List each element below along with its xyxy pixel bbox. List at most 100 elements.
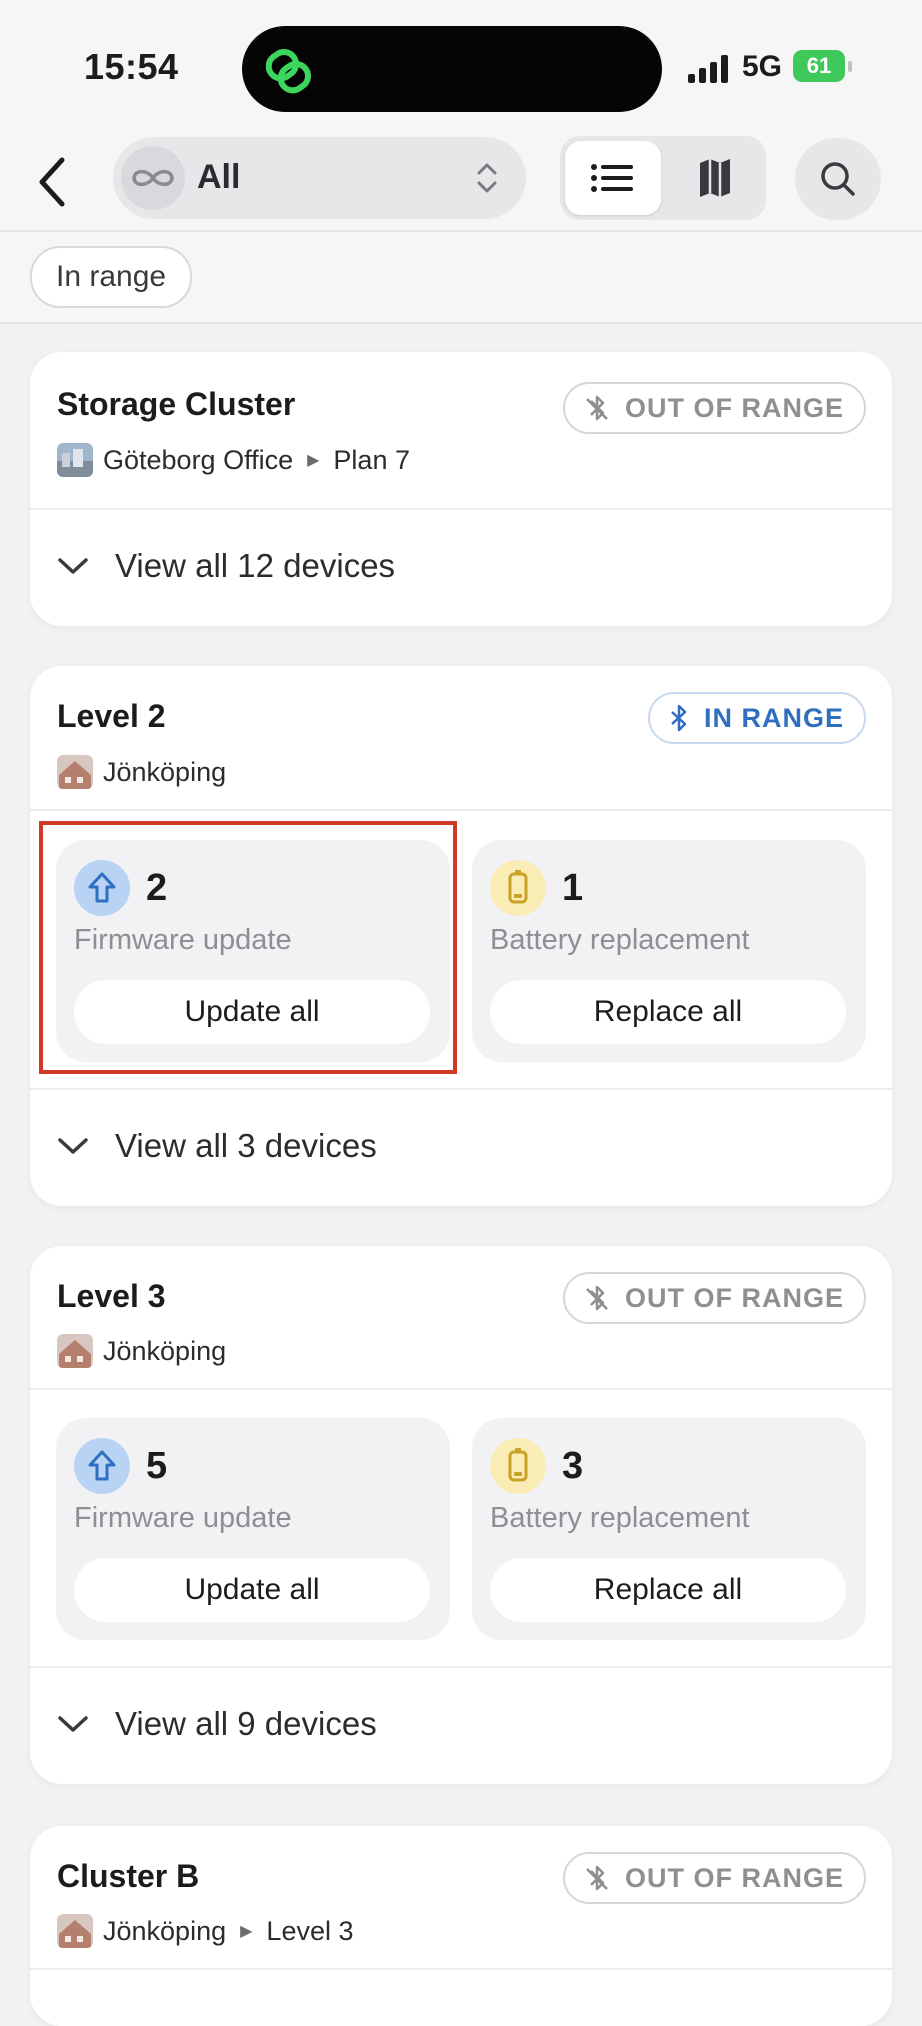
- battery-replacement-tile: 3 Battery replacement Replace all: [472, 1418, 866, 1640]
- chevron-down-icon: [58, 558, 88, 574]
- view-all-devices-button[interactable]: View all 3 devices: [57, 1116, 377, 1176]
- range-status-text: OUT OF RANGE: [625, 1282, 844, 1313]
- card-divider: [30, 1968, 892, 1970]
- bluetooth-icon: [671, 704, 687, 732]
- firmware-label: Firmware update: [74, 924, 292, 956]
- battery-count: 1: [562, 867, 584, 909]
- range-status-badge: IN RANGE: [647, 692, 866, 744]
- view-all-devices-button[interactable]: View all 12 devices: [57, 536, 395, 596]
- group-card-storage-cluster: Storage Cluster OUT OF RANGE Göteborg Of…: [30, 352, 892, 626]
- sublocation-name: Plan 7: [333, 444, 410, 475]
- firmware-icon-wrap: [74, 860, 130, 916]
- battery-nub: [848, 61, 852, 72]
- search-icon: [821, 162, 855, 196]
- link-icon: [265, 49, 311, 94]
- scope-label: All: [197, 158, 241, 196]
- list-icon: [591, 164, 633, 192]
- view-mode-toggle: [560, 136, 766, 220]
- range-status-badge: OUT OF RANGE: [563, 382, 866, 434]
- location-name: Jönköping: [103, 1915, 227, 1946]
- location-name: Göteborg Office: [103, 444, 294, 475]
- battery-label: Battery replacement: [490, 1502, 750, 1534]
- card-divider: [30, 809, 892, 811]
- group-card-level-2: Level 2 IN RANGE Jönköping 2 Firmware up…: [30, 666, 892, 1206]
- firmware-count: 2: [146, 867, 168, 909]
- battery-count: 3: [562, 1445, 584, 1487]
- search-button[interactable]: [795, 138, 881, 220]
- battery-indicator: 61: [793, 50, 855, 84]
- range-status-badge: OUT OF RANGE: [563, 1852, 866, 1904]
- path-separator-icon: ▶: [307, 452, 320, 469]
- view-all-label: View all 12 devices: [115, 547, 396, 584]
- range-status-badge: OUT OF RANGE: [563, 1272, 866, 1324]
- card-title: Level 2: [57, 698, 166, 734]
- arrow-up-icon: [88, 872, 116, 903]
- dynamic-island: [242, 26, 662, 112]
- location-thumbnail: [57, 443, 93, 477]
- view-all-devices-button[interactable]: View all 9 devices: [57, 1694, 377, 1754]
- range-status-text: OUT OF RANGE: [625, 392, 844, 423]
- location-thumbnail: [57, 1334, 93, 1368]
- view-all-label: View all 3 devices: [115, 1127, 377, 1164]
- group-card-level-3: Level 3 OUT OF RANGE Jönköping 5 Firmwar…: [30, 1246, 892, 1784]
- update-all-button[interactable]: Update all: [74, 980, 430, 1044]
- status-bar: 15:54 5G 61: [0, 0, 922, 130]
- filter-chip-in-range[interactable]: In range: [30, 246, 193, 308]
- nav-bar: All: [0, 130, 922, 230]
- network-type: 5G: [742, 50, 783, 83]
- signal-icon: [688, 55, 728, 83]
- location-name: Jönköping: [103, 1335, 227, 1366]
- status-time: 15:54: [84, 46, 179, 87]
- location-path: Jönköping: [57, 752, 226, 792]
- battery-icon-wrap: [490, 860, 546, 916]
- battery-icon: [508, 870, 528, 904]
- card-divider: [30, 1666, 892, 1668]
- view-all-label: View all 9 devices: [115, 1705, 377, 1742]
- card-title: Level 3: [57, 1278, 166, 1314]
- firmware-icon-wrap: [74, 1438, 130, 1494]
- chevron-down-icon: [58, 1716, 88, 1732]
- scope-selector[interactable]: All: [113, 137, 526, 219]
- bluetooth-off-icon: [586, 395, 608, 421]
- chevron-up-down-icon: [477, 163, 497, 193]
- bluetooth-off-icon: [586, 1865, 608, 1891]
- location-path: Göteborg Office ▶ Plan 7: [57, 440, 410, 480]
- location-thumbnail: [57, 755, 93, 789]
- range-status-text: IN RANGE: [703, 702, 844, 733]
- range-status-text: OUT OF RANGE: [625, 1862, 844, 1893]
- firmware-update-tile: 5 Firmware update Update all: [56, 1418, 450, 1640]
- arrow-up-icon: [88, 1450, 116, 1481]
- infinity-icon: [132, 169, 174, 187]
- firmware-count: 5: [146, 1445, 168, 1487]
- firmware-update-tile: 2 Firmware update Update all: [56, 840, 450, 1062]
- filter-row: In range: [0, 232, 922, 324]
- group-card-cluster-b: Cluster B OUT OF RANGE Jönköping ▶ Level…: [30, 1826, 892, 2026]
- battery-label: Battery replacement: [490, 924, 750, 956]
- card-title: Storage Cluster: [57, 386, 296, 422]
- update-all-button[interactable]: Update all: [74, 1558, 430, 1622]
- battery-icon: [508, 1448, 528, 1482]
- location-path: Jönköping ▶ Level 3: [57, 1911, 354, 1951]
- card-divider: [30, 508, 892, 510]
- back-button[interactable]: [34, 156, 74, 208]
- battery-icon-wrap: [490, 1438, 546, 1494]
- list-view-button[interactable]: [565, 141, 661, 215]
- replace-all-button[interactable]: Replace all: [490, 1558, 846, 1622]
- map-view-button[interactable]: [668, 141, 760, 215]
- battery-replacement-tile: 1 Battery replacement Replace all: [472, 840, 866, 1062]
- battery-level: 61: [793, 50, 845, 82]
- bluetooth-off-icon: [586, 1285, 608, 1311]
- scope-icon-wrap: [121, 146, 185, 210]
- map-icon: [700, 159, 730, 197]
- location-path: Jönköping: [57, 1331, 226, 1371]
- chevron-down-icon: [58, 1138, 88, 1154]
- sublocation-name: Level 3: [266, 1915, 354, 1946]
- card-divider: [30, 1388, 892, 1390]
- path-separator-icon: ▶: [240, 1923, 253, 1940]
- card-divider: [30, 1088, 892, 1090]
- location-name: Jönköping: [103, 756, 227, 787]
- firmware-label: Firmware update: [74, 1502, 292, 1534]
- replace-all-button[interactable]: Replace all: [490, 980, 846, 1044]
- card-title: Cluster B: [57, 1858, 200, 1894]
- location-thumbnail: [57, 1914, 93, 1948]
